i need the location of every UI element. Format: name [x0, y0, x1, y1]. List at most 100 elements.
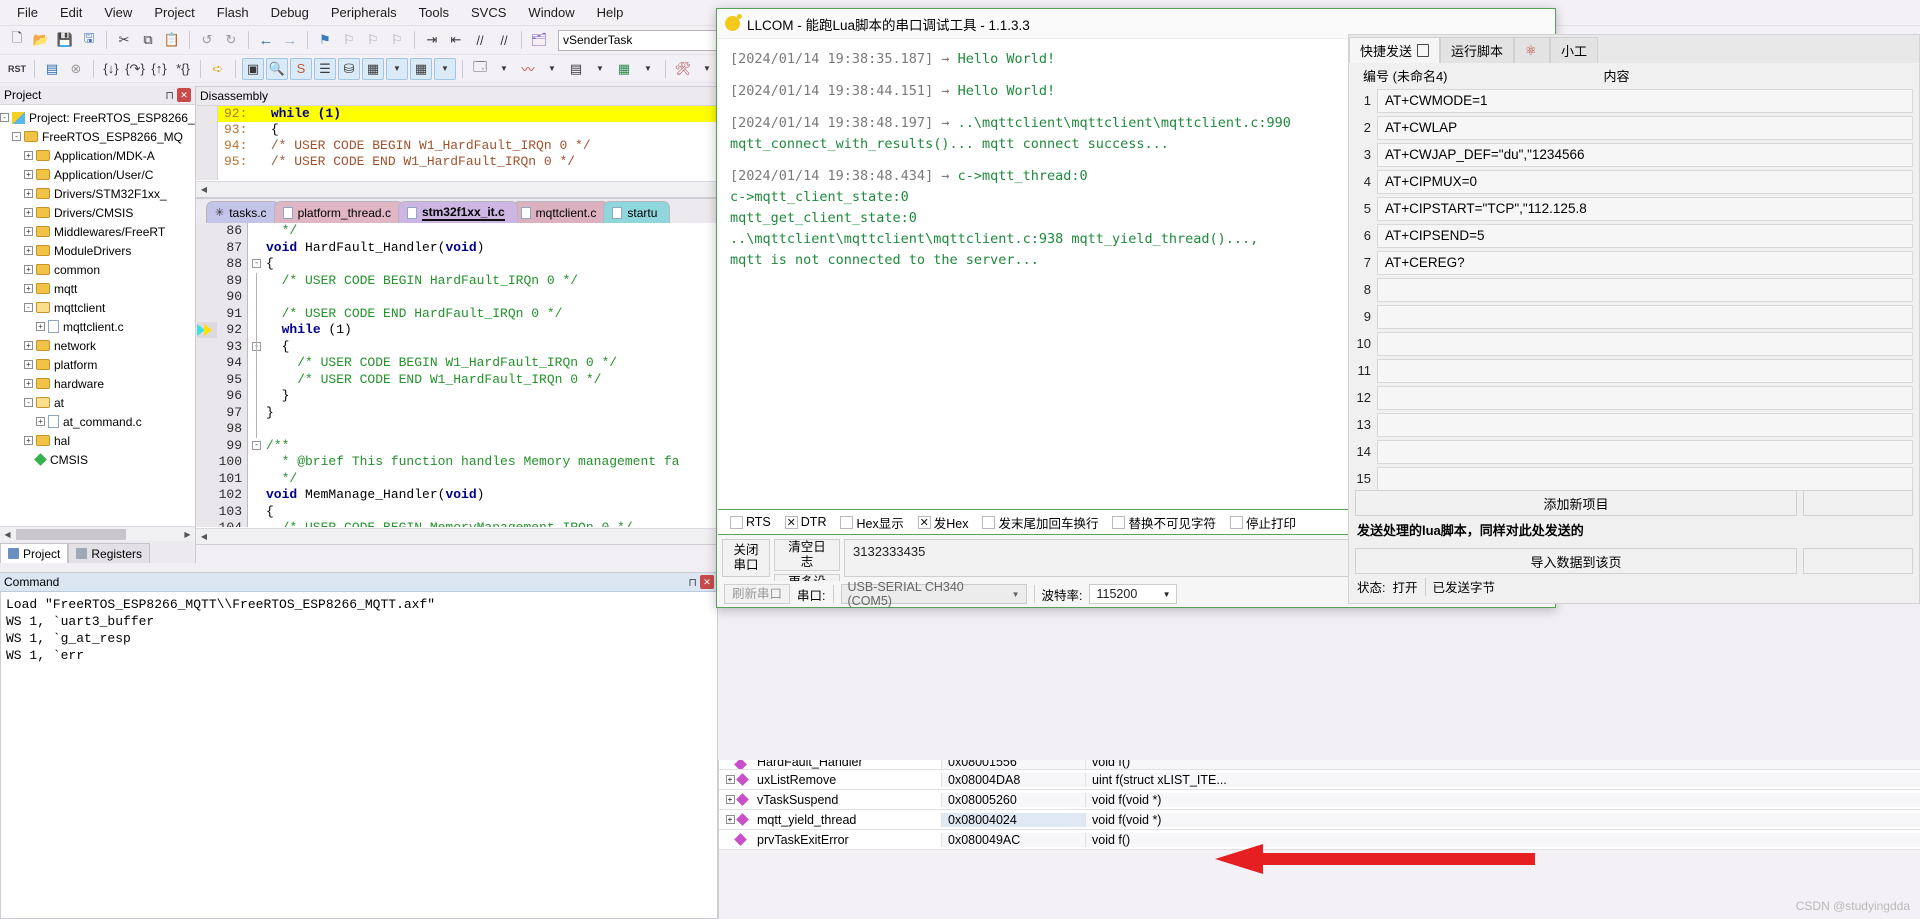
- tree-expander-icon[interactable]: -: [24, 398, 33, 407]
- comment-icon[interactable]: //: [469, 29, 491, 51]
- project-tree-item[interactable]: + network: [0, 336, 195, 355]
- project-tree-item[interactable]: - FreeRTOS_ESP8266_MQ: [0, 127, 195, 146]
- checkbox-发末尾加回车换行[interactable]: 发末尾加回车换行: [982, 513, 1098, 532]
- save-icon[interactable]: 💾: [54, 29, 76, 51]
- scroll-right-icon[interactable]: ▶: [180, 530, 195, 539]
- system-viewer-dropdown-icon[interactable]: ▼: [637, 58, 659, 80]
- list-item-value[interactable]: AT+CWMODE=1: [1377, 88, 1913, 113]
- command-output[interactable]: Load "FreeRTOS_ESP8266_MQTT\\FreeRTOS_ES…: [0, 592, 718, 919]
- bookmark-clear-icon[interactable]: ⚐: [386, 29, 408, 51]
- list-item[interactable]: 8: [1349, 276, 1919, 303]
- undo-icon[interactable]: ↺: [196, 29, 218, 51]
- trace-dropdown-icon[interactable]: ▼: [589, 58, 611, 80]
- editor-fold-column[interactable]: ---: [249, 223, 265, 527]
- project-tree-item[interactable]: + common: [0, 260, 195, 279]
- navigate-forward-icon[interactable]: →: [279, 29, 301, 51]
- reset-icon[interactable]: RST: [6, 58, 28, 80]
- project-tree-item[interactable]: + hardware: [0, 374, 195, 393]
- menu-item-peripherals[interactable]: Peripherals: [320, 1, 408, 24]
- list-item-value[interactable]: [1377, 358, 1913, 383]
- list-item[interactable]: 5 AT+CIPSTART="TCP","112.125.8: [1349, 195, 1919, 222]
- bookmark-prev-icon[interactable]: ⚐: [338, 29, 360, 51]
- clear-log-button[interactable]: 清空日志: [774, 539, 840, 571]
- project-tree-item[interactable]: - Project: FreeRTOS_ESP8266_: [0, 108, 195, 127]
- new-file-icon[interactable]: 🗋: [6, 29, 28, 51]
- list-item-value[interactable]: AT+CIPSEND=5: [1377, 223, 1913, 248]
- menu-item-help[interactable]: Help: [586, 1, 635, 24]
- tools-dropdown-icon[interactable]: ▼: [696, 58, 718, 80]
- disassembly-gutter[interactable]: [196, 106, 218, 180]
- symbols-table[interactable]: HardFault_Handler 0x08001556 void f() + uxLi…: [718, 760, 1920, 919]
- list-item[interactable]: 12: [1349, 384, 1919, 411]
- list-item-value[interactable]: [1377, 277, 1913, 302]
- menu-item-debug[interactable]: Debug: [260, 1, 320, 24]
- checkbox-box[interactable]: [1112, 515, 1126, 529]
- table-row[interactable]: + vTaskSuspend 0x08005260 void f(void *): [719, 790, 1920, 810]
- symbols-window-icon[interactable]: S: [290, 57, 312, 80]
- project-tree-item[interactable]: + mqttclient.c: [0, 317, 195, 336]
- port-select[interactable]: USB-SERIAL CH340 (COM5) ▼: [840, 580, 1027, 608]
- step-into-icon[interactable]: {↓}: [100, 58, 122, 80]
- tree-expander-icon[interactable]: +: [24, 189, 33, 198]
- memory-dropdown-icon[interactable]: ▼: [434, 57, 456, 80]
- trace-icon[interactable]: ▤: [565, 58, 587, 80]
- list-item[interactable]: 9: [1349, 303, 1919, 330]
- tree-expander-icon[interactable]: +: [24, 284, 33, 293]
- project-tree-item[interactable]: + Drivers/CMSIS: [0, 203, 195, 222]
- close-port-button[interactable]: 关闭 串口: [722, 539, 770, 577]
- tree-expander-icon[interactable]: +: [24, 208, 33, 217]
- tree-expander-icon[interactable]: +: [36, 322, 45, 331]
- tree-expander-icon[interactable]: +: [24, 151, 33, 160]
- list-item[interactable]: 14: [1349, 438, 1919, 465]
- list-item-value[interactable]: AT+CIPSTART="TCP","112.125.8: [1377, 196, 1913, 221]
- baud-select[interactable]: 115200 ▼: [1089, 584, 1178, 604]
- project-tree-item[interactable]: - mqttclient: [0, 298, 195, 317]
- watch-dropdown-icon[interactable]: ▼: [386, 57, 408, 80]
- tree-expander-icon[interactable]: +: [24, 436, 33, 445]
- list-item-value[interactable]: AT+CIPMUX=0: [1377, 169, 1913, 194]
- tab-run-script[interactable]: 运行脚本: [1440, 37, 1515, 63]
- checkbox-发Hex[interactable]: ✕ 发Hex: [917, 513, 968, 532]
- step-over-icon[interactable]: {↷}: [124, 58, 146, 80]
- symbol-address[interactable]: 0x08005260: [941, 792, 1085, 807]
- command-window-icon[interactable]: ▣: [242, 57, 264, 80]
- scroll-left-icon[interactable]: ◀: [196, 532, 212, 541]
- copy-icon[interactable]: ⧉: [137, 29, 159, 51]
- list-item-value[interactable]: [1377, 439, 1913, 464]
- list-item[interactable]: 10: [1349, 330, 1919, 357]
- open-file-icon[interactable]: 📂: [30, 29, 52, 51]
- call-stack-icon[interactable]: ⛁: [338, 57, 360, 80]
- symbol-address[interactable]: 0x080049AC: [941, 832, 1085, 847]
- menu-item-tools[interactable]: Tools: [408, 1, 460, 24]
- editor-tab-mqttclient-c[interactable]: mqttclient.c: [511, 201, 610, 223]
- target-options-icon[interactable]: 🗂: [528, 29, 550, 51]
- project-tree-item[interactable]: + Drivers/STM32F1xx_: [0, 184, 195, 203]
- outdent-icon[interactable]: ⇤: [445, 29, 467, 51]
- memory-window-icon[interactable]: ▦: [410, 57, 432, 80]
- menu-item-project[interactable]: Project: [143, 1, 205, 24]
- analysis-dropdown-icon[interactable]: ▼: [541, 58, 563, 80]
- navigate-back-icon[interactable]: ←: [255, 29, 277, 51]
- save-all-icon[interactable]: 🖫: [78, 29, 100, 51]
- list-item[interactable]: 6 AT+CIPSEND=5: [1349, 222, 1919, 249]
- project-tree-item[interactable]: + hal: [0, 431, 195, 450]
- tree-expander-icon[interactable]: -: [12, 132, 21, 141]
- project-tree-item[interactable]: + mqtt: [0, 279, 195, 298]
- bookmark-toggle-icon[interactable]: ⚑: [314, 29, 336, 51]
- serial-window-icon[interactable]: 🗔: [469, 58, 491, 80]
- run-icon[interactable]: ▤: [41, 58, 63, 80]
- editor-breakpoint-gutter[interactable]: [196, 223, 214, 527]
- project-tree-item[interactable]: - at: [0, 393, 195, 412]
- scroll-left-icon[interactable]: ◀: [0, 530, 15, 539]
- tab-lua[interactable]: ⚛: [1514, 37, 1551, 63]
- tree-expander-icon[interactable]: +: [24, 227, 33, 236]
- tree-expander-icon[interactable]: +: [725, 815, 735, 824]
- redo-icon[interactable]: ↻: [220, 29, 242, 51]
- checkbox-box[interactable]: [982, 515, 996, 529]
- project-tree-item[interactable]: + Application/User/C: [0, 165, 195, 184]
- project-tree-item[interactable]: CMSIS: [0, 450, 195, 469]
- step-out-icon[interactable]: {↑}: [148, 58, 170, 80]
- code-fold-toggle-icon[interactable]: -: [252, 259, 261, 268]
- editor-tab-tasks-c[interactable]: ✳ tasks.c: [206, 201, 280, 223]
- menu-item-window[interactable]: Window: [517, 1, 585, 24]
